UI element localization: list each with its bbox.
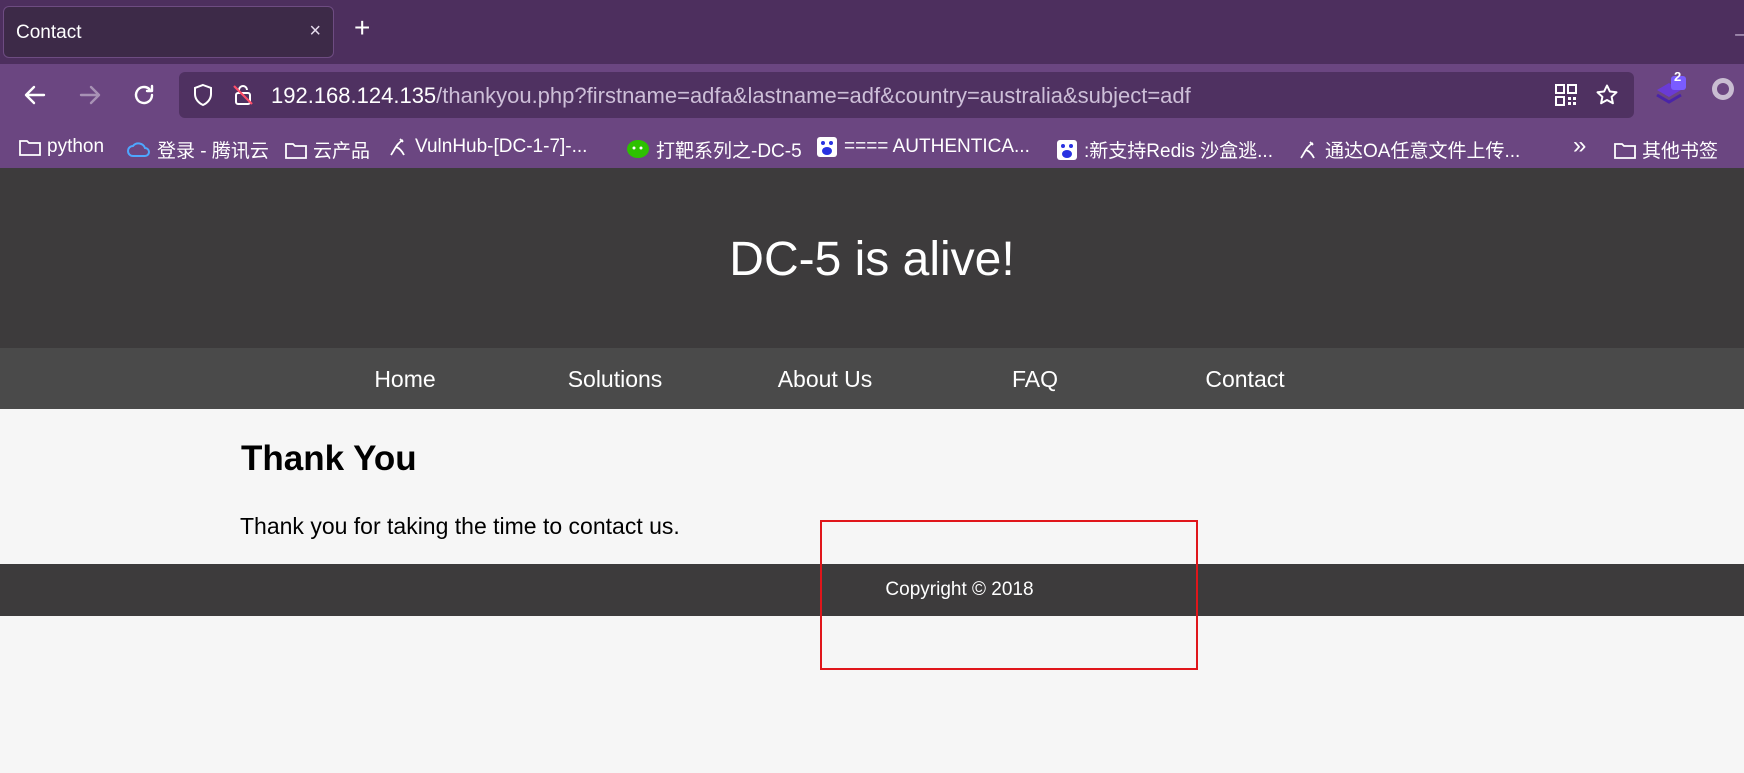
nav-solutions[interactable]: Solutions xyxy=(525,366,705,393)
tencent-cloud-icon xyxy=(127,141,150,157)
site-icon xyxy=(1300,140,1315,158)
tab-title: Contact xyxy=(16,22,82,43)
extension-badge: 2 xyxy=(1674,69,1682,84)
page-heading: Thank You xyxy=(241,439,417,478)
address-bar[interactable]: 192.168.124.135/thankyou.php?firstname=a… xyxy=(179,72,1634,118)
site-nav: Home Solutions About Us FAQ Contact xyxy=(0,348,1744,409)
bookmark-authentica[interactable]: ==== AUTHENTICA... xyxy=(816,136,1030,158)
tab-close-icon[interactable]: × xyxy=(309,20,321,43)
url-host: 192.168.124.135 xyxy=(271,83,437,108)
bookmark-python[interactable]: python xyxy=(19,136,104,158)
browser-toolbar: 192.168.124.135/thankyou.php?firstname=a… xyxy=(0,64,1744,128)
tab-contact[interactable]: Contact × xyxy=(3,6,334,58)
nav-faq[interactable]: FAQ xyxy=(945,366,1125,393)
folder-icon xyxy=(1614,142,1636,159)
wechat-icon xyxy=(627,139,649,158)
url-path: /thankyou.php?firstname=adfa&lastname=ad… xyxy=(436,83,1191,108)
window-control-icon[interactable]: – xyxy=(1735,26,1744,44)
forward-arrow-icon[interactable] xyxy=(77,82,103,112)
nav-contact[interactable]: Contact xyxy=(1155,366,1335,393)
shield-icon[interactable] xyxy=(191,83,215,112)
bookmark-tencent-login[interactable]: 登录 - 腾讯云 xyxy=(127,136,269,163)
bookmark-redis[interactable]: :新支持Redis 沙盒逃... xyxy=(1056,136,1273,163)
tab-strip: Contact × + – xyxy=(0,0,1744,64)
new-tab-button[interactable]: + xyxy=(354,14,370,42)
baidu-icon xyxy=(1057,139,1077,160)
annotation-highlight-box xyxy=(820,520,1198,670)
extension-icon[interactable] xyxy=(1654,76,1688,113)
bookmark-dc5[interactable]: 打靶系列之-DC-5 xyxy=(626,136,802,163)
site-header: DC-5 is alive! xyxy=(0,168,1744,348)
bookmark-tongda[interactable]: 通达OA任意文件上传... xyxy=(1297,136,1520,163)
bookmark-vulnhub[interactable]: VulnHub-[DC-1-7]-... xyxy=(387,136,587,158)
nav-home[interactable]: Home xyxy=(315,366,495,393)
bookmark-label: ==== AUTHENTICA... xyxy=(844,136,1030,157)
thank-you-message: Thank you for taking the time to contact… xyxy=(240,513,680,539)
bookmark-label: 通达OA任意文件上传... xyxy=(1325,141,1521,162)
bookmark-cloud-products[interactable]: 云产品 xyxy=(285,136,370,163)
bookmark-label: python xyxy=(47,136,105,157)
profile-icon[interactable] xyxy=(1710,76,1736,107)
bookmark-label: 云产品 xyxy=(313,141,371,162)
baidu-icon xyxy=(817,137,837,157)
nav-about-us[interactable]: About Us xyxy=(735,366,915,393)
bookmark-label: 登录 - 腾讯云 xyxy=(157,141,269,162)
bookmarks-bar: python 登录 - 腾讯云 云产品 VulnHub-[DC-1-7]-...… xyxy=(0,128,1744,168)
site-title: DC-5 is alive! xyxy=(729,233,1015,286)
bookmark-other[interactable]: 其他书签 xyxy=(1614,136,1718,163)
site-icon xyxy=(390,138,405,156)
bookmark-label: 其他书签 xyxy=(1642,141,1719,162)
url-text[interactable]: 192.168.124.135/thankyou.php?firstname=a… xyxy=(271,83,1191,109)
bookmark-label: VulnHub-[DC-1-7]-... xyxy=(415,136,588,157)
insecure-lock-icon[interactable] xyxy=(231,83,255,112)
qr-code-icon[interactable] xyxy=(1554,83,1578,112)
back-arrow-icon[interactable] xyxy=(22,82,48,112)
folder-icon xyxy=(19,140,41,156)
folder-icon xyxy=(285,142,307,159)
star-icon[interactable] xyxy=(1595,83,1619,112)
bookmark-label: :新支持Redis 沙盒逃... xyxy=(1084,141,1273,162)
bookmark-label: 打靶系列之-DC-5 xyxy=(656,141,802,162)
bookmarks-overflow-icon[interactable]: » xyxy=(1573,132,1586,160)
reload-icon[interactable] xyxy=(131,82,157,112)
